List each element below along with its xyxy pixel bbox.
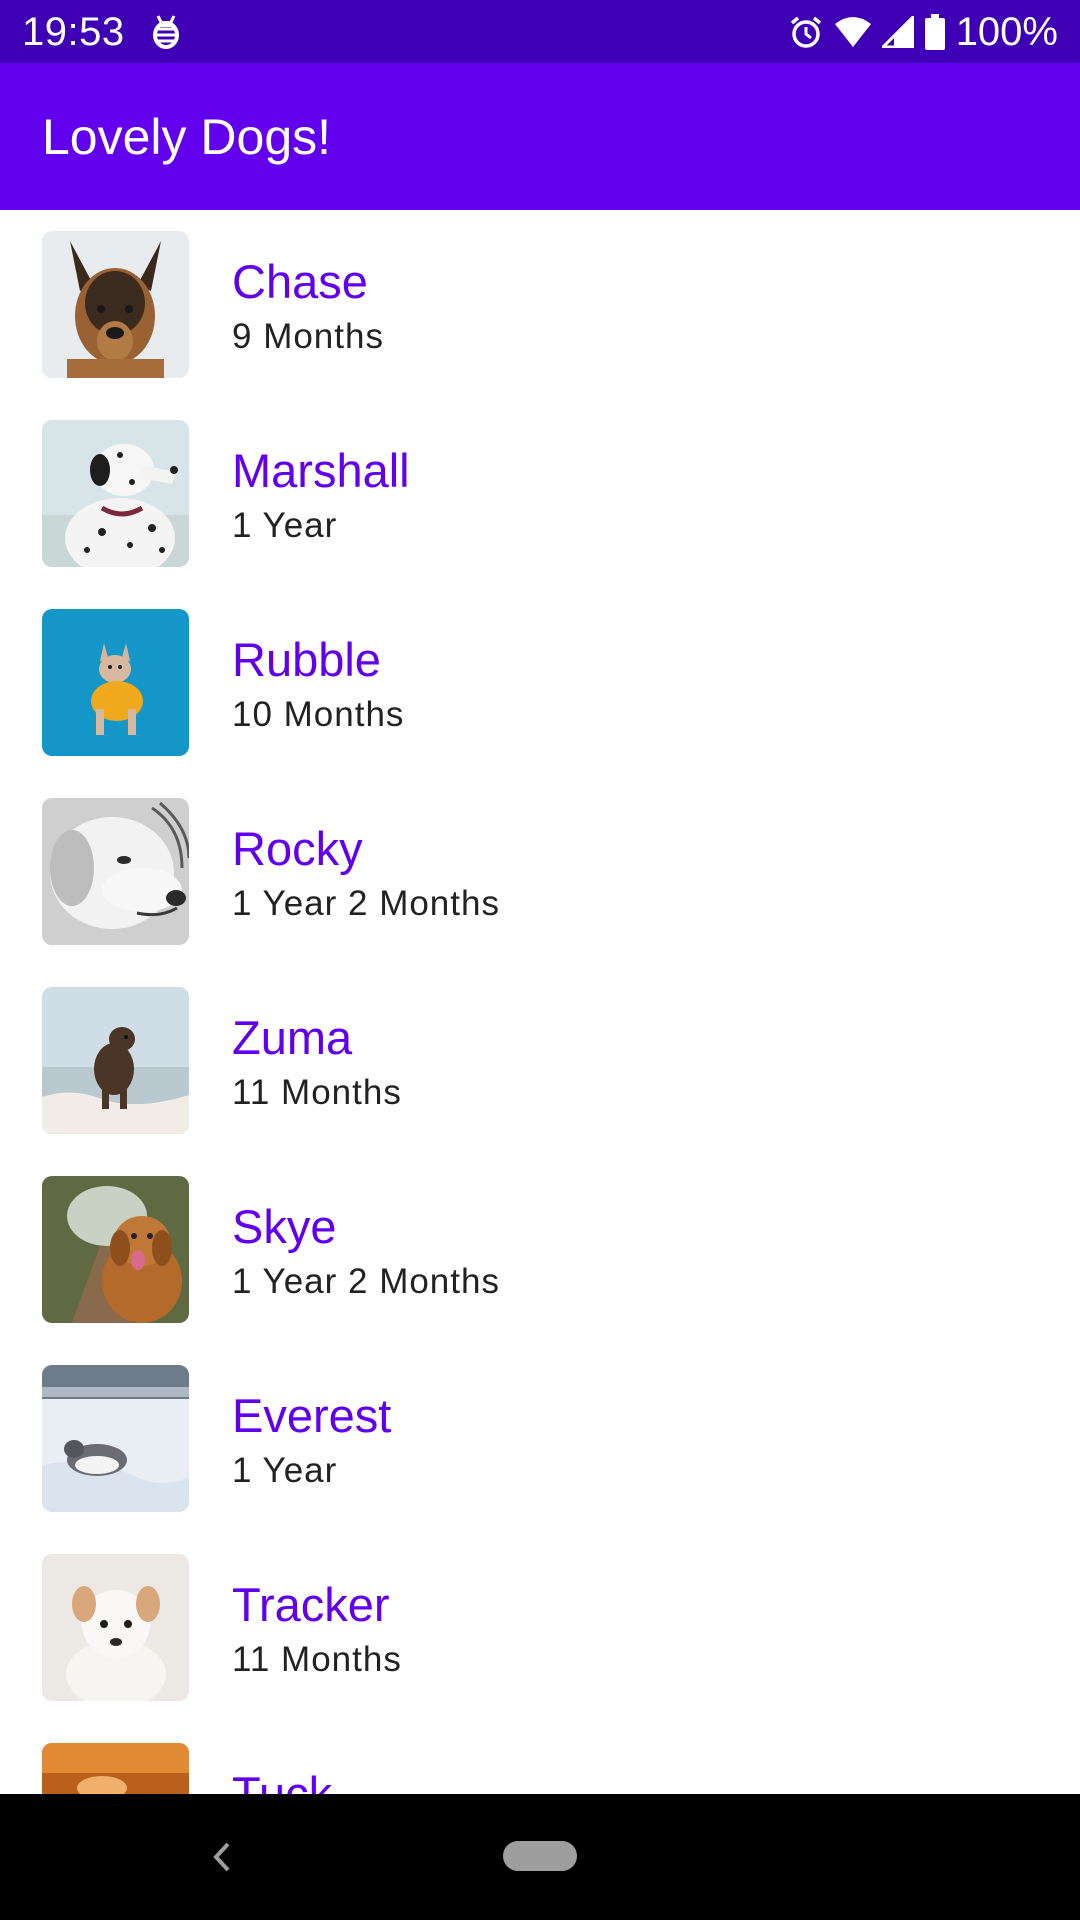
debug-bug-icon — [146, 12, 186, 52]
dog-name: Zuma — [232, 1011, 353, 1064]
cell-signal-icon — [881, 16, 914, 48]
status-time: 19:53 — [22, 10, 125, 54]
list-item[interactable]: Tuck — [0, 1722, 1080, 1794]
dog-age: 1 Year — [232, 506, 338, 545]
dog-name: Marshall — [232, 444, 410, 497]
navigation-bar — [0, 1794, 1080, 1920]
battery-percent: 100% — [955, 10, 1058, 54]
back-icon[interactable] — [206, 1834, 236, 1880]
dog-age: 11 Months — [232, 1073, 402, 1112]
dog-photo — [42, 1176, 189, 1323]
dog-photo — [42, 1365, 189, 1512]
list-item[interactable]: Marshall 1 Year — [0, 399, 1080, 588]
dog-photo — [42, 798, 189, 945]
status-bar: 19:53 100% — [0, 0, 1080, 63]
home-pill-icon[interactable] — [503, 1841, 577, 1871]
list-item[interactable]: Everest 1 Year — [0, 1344, 1080, 1533]
dog-name: Rubble — [232, 633, 381, 686]
wifi-icon — [834, 16, 872, 48]
list-item[interactable]: Tracker 11 Months — [0, 1533, 1080, 1722]
dog-age: 9 Months — [232, 317, 384, 356]
dog-photo — [42, 1743, 189, 1794]
dog-age: 1 Year 2 Months — [232, 884, 500, 923]
dog-photo — [42, 420, 189, 567]
list-item[interactable]: Skye 1 Year 2 Months — [0, 1155, 1080, 1344]
dog-name: Tuck — [232, 1767, 333, 1794]
battery-icon — [924, 14, 946, 50]
dog-age: 11 Months — [232, 1640, 402, 1679]
dog-list[interactable]: Chase 9 Months Marshall 1 Year Rubble 10… — [0, 210, 1080, 1794]
dog-age: 1 Year 2 Months — [232, 1262, 500, 1301]
list-item[interactable]: Zuma 11 Months — [0, 966, 1080, 1155]
alarm-icon — [788, 14, 824, 50]
list-item[interactable]: Rocky 1 Year 2 Months — [0, 777, 1080, 966]
dog-name: Everest — [232, 1389, 392, 1442]
dog-age: 10 Months — [232, 695, 405, 734]
dog-photo — [42, 231, 189, 378]
dog-name: Skye — [232, 1200, 337, 1253]
dog-age: 1 Year — [232, 1451, 338, 1490]
list-item[interactable]: Chase 9 Months — [0, 210, 1080, 399]
list-item[interactable]: Rubble 10 Months — [0, 588, 1080, 777]
dog-name: Chase — [232, 255, 368, 308]
dog-photo — [42, 609, 189, 756]
app-bar: Lovely Dogs! — [0, 63, 1080, 210]
dog-name: Rocky — [232, 822, 363, 875]
dog-photo — [42, 1554, 189, 1701]
screen: 19:53 100% Lovely Dogs! Chase 9 Months M… — [0, 0, 1080, 1920]
dog-photo — [42, 987, 189, 1134]
status-right-icons: 100% — [788, 8, 1058, 56]
dog-name: Tracker — [232, 1578, 390, 1631]
page-title: Lovely Dogs! — [42, 109, 332, 165]
